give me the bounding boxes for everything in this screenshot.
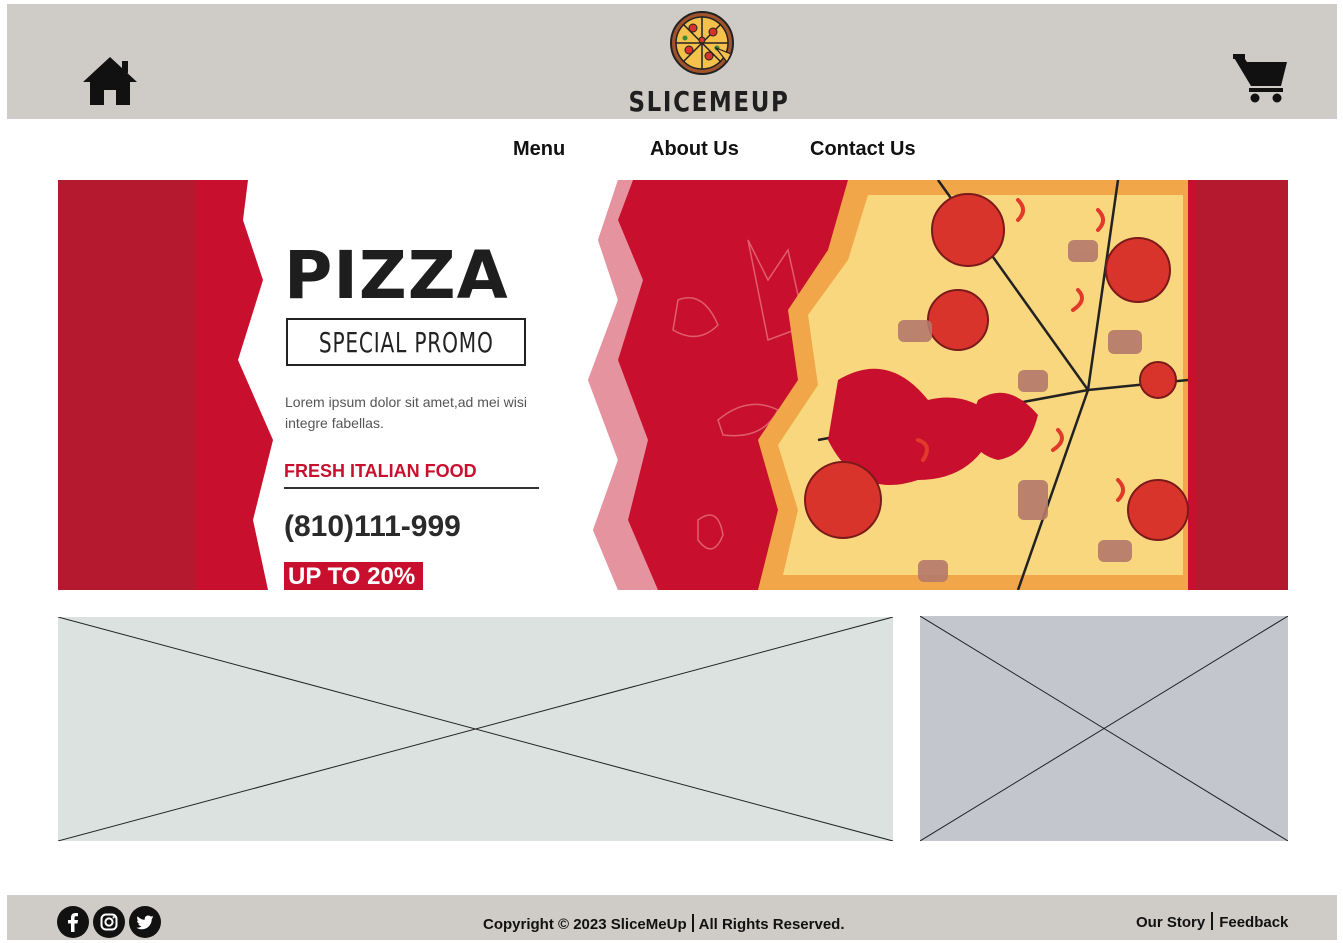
- promo-subtitle-box: SPECIAL PROMO: [286, 318, 526, 366]
- footer-link-our-story[interactable]: Our Story: [1136, 914, 1205, 931]
- promo-tagline: FRESH ITALIAN FOOD: [284, 461, 539, 489]
- home-icon: [83, 57, 137, 105]
- copyright-text: Copyright © 2023 SliceMeUp All Rights Res…: [483, 914, 845, 933]
- promo-subtitle: SPECIAL PROMO: [318, 325, 494, 359]
- pizza-logo-icon: [670, 11, 734, 75]
- twitter-icon: [129, 906, 161, 938]
- placeholder-cross: [920, 616, 1288, 841]
- facebook-icon: [57, 906, 89, 938]
- promo-discount-badge: UP TO 20%: [284, 562, 424, 590]
- nav-item-contact-us[interactable]: Contact Us: [810, 138, 916, 161]
- promo-banner[interactable]: [58, 180, 1288, 590]
- twitter-button[interactable]: [129, 906, 161, 938]
- promo-banner-artwork: [58, 180, 1288, 590]
- footer-link-feedback[interactable]: Feedback: [1219, 914, 1288, 931]
- instagram-button[interactable]: [93, 906, 125, 938]
- social-links: [57, 906, 161, 938]
- instagram-icon: [93, 906, 125, 938]
- brand-name: SLICEMEUP: [628, 85, 790, 118]
- copyright-rights: All Rights Reserved.: [698, 916, 845, 933]
- promo-phone[interactable]: (810)111-999: [284, 510, 461, 544]
- home-button[interactable]: [79, 48, 141, 110]
- placeholder-cross: [58, 617, 893, 841]
- copyright-main: Copyright © 2023 SliceMeUp: [483, 916, 687, 933]
- site-footer: Copyright © 2023 SliceMeUp All Rights Res…: [7, 895, 1337, 940]
- image-placeholder-small: [920, 616, 1288, 841]
- footer-links: Our Story Feedback: [1136, 912, 1288, 931]
- nav-item-menu[interactable]: Menu: [513, 138, 565, 161]
- shopping-cart-icon: [1233, 54, 1287, 103]
- cart-button[interactable]: [1229, 50, 1293, 104]
- promo-title: PIZZA: [284, 237, 509, 314]
- promo-description: Lorem ipsum dolor sit amet,ad mei wisi i…: [285, 394, 527, 431]
- brand-logo[interactable]: SLICEMEUP: [611, 10, 805, 118]
- nav-item-about-us[interactable]: About Us: [650, 138, 739, 161]
- site-header: SLICEMEUP: [7, 4, 1337, 119]
- facebook-button[interactable]: [57, 906, 89, 938]
- divider: [1211, 912, 1214, 930]
- image-placeholder-large: [58, 617, 893, 841]
- main-nav: Menu About Us Contact Us: [0, 138, 1343, 168]
- divider: [691, 914, 694, 932]
